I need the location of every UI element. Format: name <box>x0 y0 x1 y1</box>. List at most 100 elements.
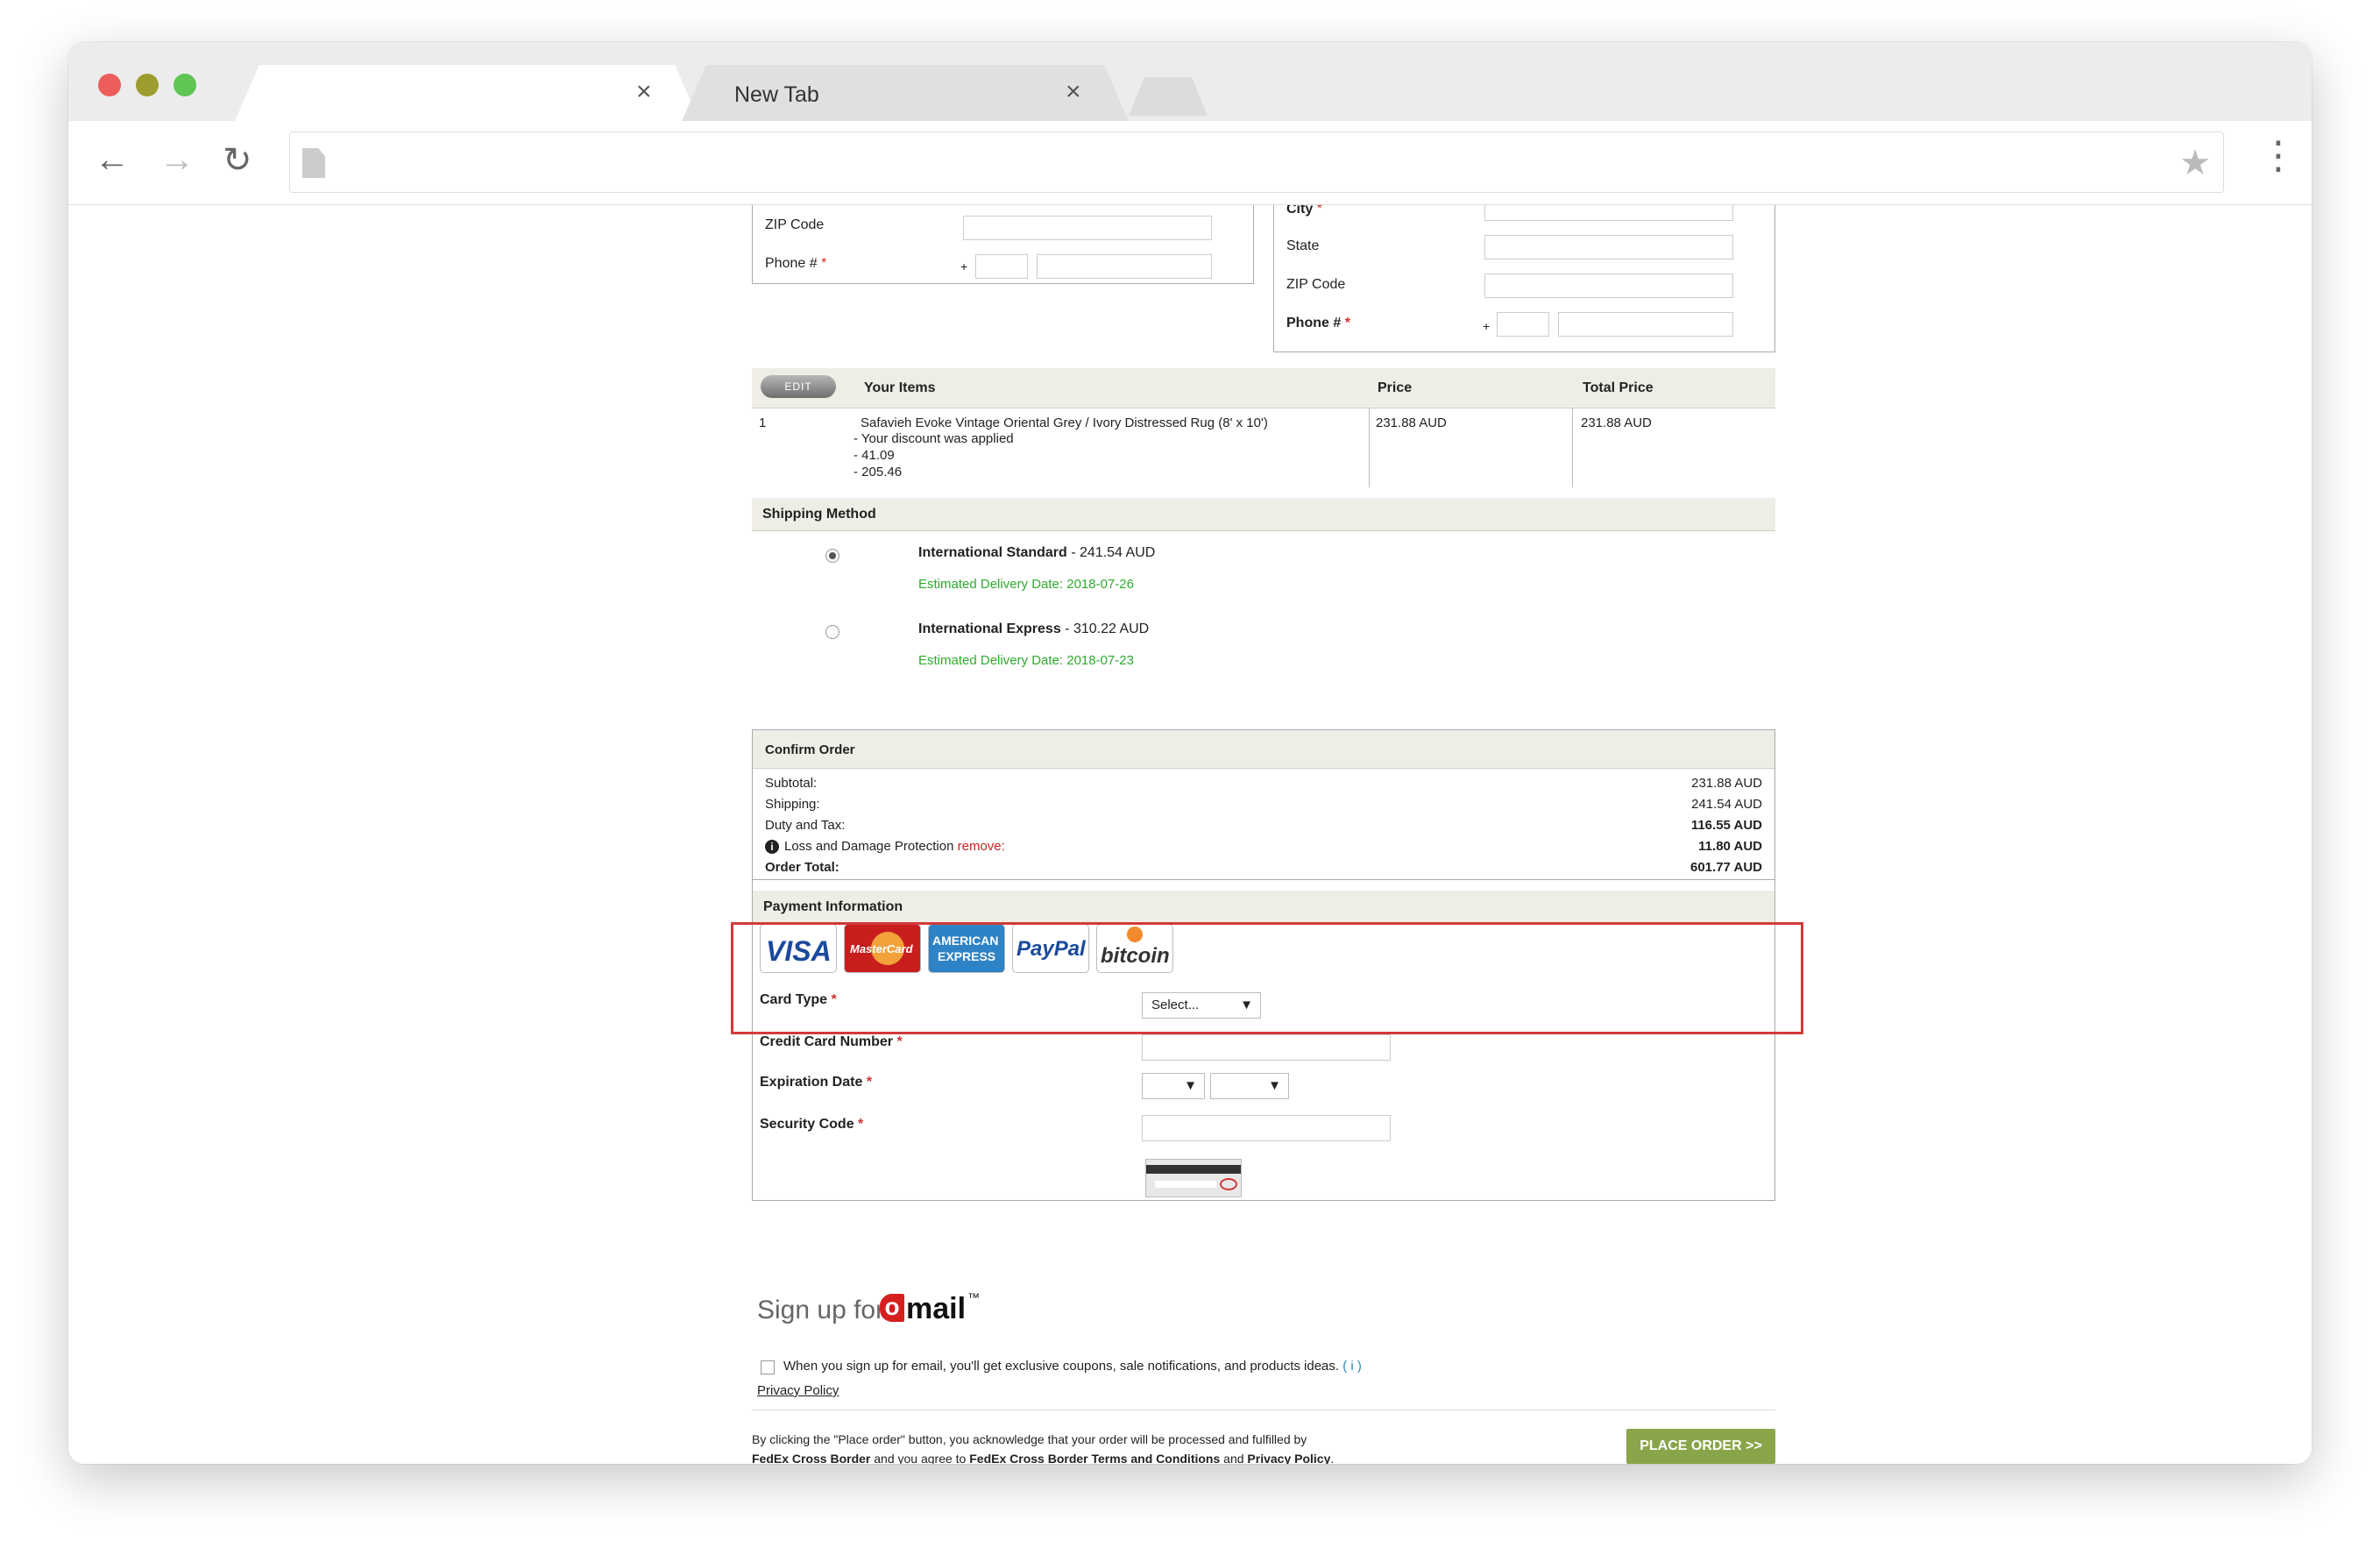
confirm-order-box: Confirm Order Subtotal: 231.88 AUD Shipp… <box>752 729 1775 880</box>
protection-value: 11.80 AUD <box>1698 839 1762 854</box>
email-info-link[interactable]: ( i ) <box>1342 1359 1362 1374</box>
item-price: 231.88 AUD <box>1376 415 1447 430</box>
order-total-label: Order Total: <box>765 860 839 875</box>
confirm-order-title: Confirm Order <box>765 742 855 757</box>
chevron-down-icon: ▼ <box>1268 1078 1281 1093</box>
shipping-standard-delivery: Estimated Delivery Date: 2018-07-26 <box>918 577 1134 592</box>
card-number-input[interactable] <box>1142 1034 1391 1061</box>
shipping-express-radio[interactable] <box>825 625 839 639</box>
place-order-button[interactable]: PLACE ORDER >> <box>1626 1429 1775 1464</box>
security-code-label: Security Code * <box>760 1117 864 1132</box>
shipping-method-header: Shipping Method <box>752 498 1775 531</box>
phone-plus: + <box>1483 319 1491 333</box>
expiration-label: Expiration Date * <box>760 1075 873 1090</box>
close-icon[interactable]: × <box>636 77 652 107</box>
email-signup-text: When you sign up for email, you'll get e… <box>783 1359 1362 1374</box>
shipping-value: 241.54 AUD <box>1691 797 1762 812</box>
tab-new-tab[interactable]: New Tab × <box>682 65 1129 121</box>
total-price-header: Total Price <box>1583 380 1654 395</box>
maximize-window-button[interactable] <box>174 74 196 96</box>
item-qty: 1 <box>759 415 767 430</box>
city-label: City * <box>1286 205 1322 217</box>
edit-items-button[interactable]: EDIT <box>761 375 836 398</box>
item-discount-1: - 41.09 <box>854 448 895 463</box>
subtotal-value: 231.88 AUD <box>1691 776 1762 791</box>
item-discount: - Your discount was applied <box>854 431 1014 446</box>
item-total: 231.88 AUD <box>1581 415 1652 430</box>
shipping-label: Shipping: <box>765 797 820 812</box>
card-number-label: Credit Card Number * <box>760 1034 903 1049</box>
zip-label: ZIP Code <box>1286 277 1346 292</box>
browser-toolbar: ← → ↻ ★ ⋮ <box>68 121 2312 205</box>
tab-title: New Tab <box>734 82 819 107</box>
back-arrow-icon[interactable]: ← <box>95 140 130 180</box>
legal-text-2: FedEx Cross Border and you agree to FedE… <box>752 1452 1335 1464</box>
city-input[interactable] <box>1484 205 1733 221</box>
billing-phone-code-input[interactable] <box>975 254 1028 279</box>
shipping-zip-input[interactable] <box>1484 273 1733 298</box>
column-divider <box>1369 408 1370 487</box>
expiration-month-select[interactable]: ▼ <box>1142 1073 1205 1099</box>
menu-dots-icon[interactable]: ⋮ <box>2259 137 2298 175</box>
duty-tax-value: 116.55 AUD <box>1690 818 1762 833</box>
forward-arrow-icon[interactable]: → <box>159 140 195 180</box>
confirm-order-header: Confirm Order <box>753 730 1774 769</box>
table-row: 1 Safavieh Evoke Vintage Oriental Grey /… <box>752 408 1775 487</box>
minimize-window-button[interactable] <box>136 74 159 96</box>
footer-privacy-link[interactable]: Privacy Policy <box>1247 1452 1330 1464</box>
zip-label: ZIP Code <box>765 217 825 232</box>
item-discount-2: - 205.46 <box>854 465 903 479</box>
items-header: Your Items <box>864 380 936 395</box>
close-window-button[interactable] <box>98 74 121 96</box>
payment-highlight-frame <box>731 922 1803 1034</box>
shipping-method-title: Shipping Method <box>762 507 876 522</box>
tab-bar: × New Tab × <box>68 42 2312 121</box>
state-input[interactable] <box>1484 235 1733 259</box>
address-bar[interactable]: ★ <box>289 131 2224 193</box>
shipping-phone-input[interactable] <box>1558 312 1733 337</box>
new-tab-button[interactable] <box>1129 77 1208 116</box>
phone-label: Phone # * <box>765 256 827 271</box>
page-icon <box>302 148 325 178</box>
payment-info-header: Payment Information <box>753 891 1774 924</box>
email-signup-checkbox[interactable] <box>761 1360 775 1374</box>
fedex-link[interactable]: FedEx Cross Border <box>752 1452 870 1464</box>
price-header: Price <box>1378 380 1413 395</box>
shipping-standard-label[interactable]: International Standard - 241.54 AUD <box>918 545 1155 561</box>
remove-protection-link[interactable]: remove: <box>958 839 1005 854</box>
info-icon[interactable]: i <box>765 840 779 854</box>
phone-plus: + <box>960 259 968 273</box>
state-label: State <box>1286 238 1320 253</box>
security-code-card-image <box>1145 1159 1242 1197</box>
omail-logo: o <box>880 1294 904 1322</box>
protection-label: i Loss and Damage Protection remove: <box>765 839 1005 854</box>
security-code-input[interactable] <box>1142 1115 1391 1141</box>
duty-tax-label: Duty and Tax: <box>765 818 846 833</box>
browser-window: × New Tab × ← → ↻ ★ ⋮ ZIP Code Phone # *… <box>68 42 2312 1464</box>
fedex-terms-link[interactable]: FedEx Cross Border Terms and Conditions <box>969 1452 1220 1464</box>
phone-label: Phone # * <box>1286 316 1350 330</box>
page-viewport: ZIP Code Phone # * + City * State ZIP Co… <box>68 205 2312 1464</box>
billing-zip-input[interactable] <box>963 216 1212 240</box>
column-divider <box>1572 408 1573 487</box>
order-total-value: 601.77 AUD <box>1690 860 1762 875</box>
tab-active[interactable]: × <box>235 65 699 121</box>
legal-text: By clicking the "Place order" button, yo… <box>752 1432 1307 1446</box>
star-icon[interactable]: ★ <box>2179 143 2211 183</box>
billing-address-box: ZIP Code Phone # * + <box>752 205 1254 284</box>
billing-phone-input[interactable] <box>1037 254 1212 279</box>
shipping-phone-code-input[interactable] <box>1497 312 1549 337</box>
expiration-year-select[interactable]: ▼ <box>1210 1073 1289 1099</box>
shipping-express-delivery: Estimated Delivery Date: 2018-07-23 <box>918 653 1134 668</box>
payment-info-title: Payment Information <box>763 899 903 914</box>
subtotal-label: Subtotal: <box>765 776 818 791</box>
shipping-standard-radio[interactable] <box>825 549 839 563</box>
reload-icon[interactable]: ↻ <box>223 140 252 181</box>
items-table-header: EDIT Your Items Price Total Price <box>752 368 1775 408</box>
shipping-address-box: City * State ZIP Code Phone # * + <box>1273 205 1775 352</box>
chevron-down-icon: ▼ <box>1184 1078 1197 1093</box>
item-name: Safavieh Evoke Vintage Oriental Grey / I… <box>861 415 1268 430</box>
signup-privacy-link[interactable]: Privacy Policy <box>757 1383 839 1398</box>
close-icon[interactable]: × <box>1066 77 1081 107</box>
shipping-express-label[interactable]: International Express - 310.22 AUD <box>918 621 1149 637</box>
